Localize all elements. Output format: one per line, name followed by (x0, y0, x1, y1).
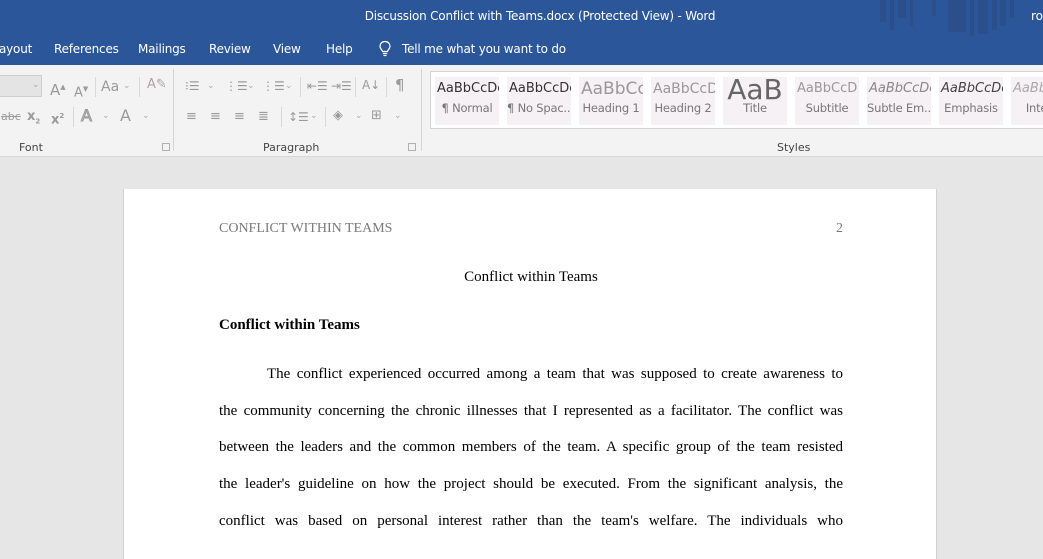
align-left-icon[interactable]: ≡ (186, 109, 197, 125)
separator (386, 77, 387, 97)
justify-icon[interactable]: ≣ (258, 109, 269, 125)
font-size-dropdown[interactable]: ⌄ (0, 75, 42, 97)
text-effects-icon[interactable]: A (81, 107, 93, 124)
style-no-spacing[interactable]: AaBbCcDc ¶ No Spac... (507, 77, 571, 125)
styles-group-label: Styles (777, 141, 811, 154)
separator (95, 77, 96, 97)
strikethrough-icon[interactable]: abc (1, 109, 21, 125)
chevron-down-icon: ⌄ (142, 111, 150, 121)
font-dialog-launcher-icon[interactable] (162, 143, 170, 151)
account-name[interactable]: ro (1031, 9, 1043, 23)
body-line: conflict was based on personal interest … (219, 513, 843, 529)
chevron-down-icon: ⌄ (32, 80, 40, 90)
styles-gallery: AaBbCcDc ¶ Normal AaBbCcDc ¶ No Spac... … (430, 71, 1043, 129)
borders-icon[interactable]: ⊞ (371, 108, 382, 124)
sort-icon[interactable]: A↓ (362, 77, 380, 93)
ribbon: ⌄ A▲ A▼ Aa ⌄ A✎ abc x2 x2 A ⌄ A ⌄ Font ⁝… (0, 65, 1043, 157)
separator (139, 77, 140, 97)
chevron-down-icon: ⌄ (207, 81, 215, 91)
chevron-down-icon: ⌄ (123, 81, 131, 91)
group-separator (173, 69, 174, 151)
bullets-icon[interactable]: ⁝☰ (185, 78, 200, 94)
center-icon[interactable]: ≡ (210, 109, 221, 125)
grow-font-icon[interactable]: A▲ (50, 79, 66, 98)
window-title: Discussion Conflict with Teams.docx (Pro… (364, 9, 716, 23)
font-color-icon[interactable]: A (120, 108, 131, 124)
chevron-down-icon: ⌄ (355, 111, 363, 121)
title-bar: Discussion Conflict with Teams.docx (Pro… (0, 0, 1043, 36)
tab-review[interactable]: Review (209, 42, 251, 56)
body-line: The conflict experienced occurred among … (267, 366, 843, 382)
style-title[interactable]: AaB Title (723, 77, 787, 125)
separator (325, 107, 326, 127)
shading-icon[interactable]: ◈ (333, 108, 343, 124)
style-emphasis[interactable]: AaBbCcDc Emphasis (939, 77, 1003, 125)
body-line: the community concerning the chronic ill… (219, 403, 843, 419)
chevron-down-icon: ⌄ (102, 111, 110, 121)
tell-me-placeholder: Tell me what you want to do (402, 42, 566, 56)
style-heading-2[interactable]: AaBbCcD Heading 2 (651, 77, 715, 125)
increase-indent-icon[interactable]: ⇥☰ (331, 78, 352, 94)
style-intense-emphasis[interactable]: AaBbCcDc Intens (1011, 77, 1043, 125)
group-separator (421, 69, 422, 151)
separator (355, 77, 356, 97)
decrease-indent-icon[interactable]: ⇤☰ (307, 78, 328, 94)
clear-formatting-icon[interactable]: A✎ (147, 77, 167, 93)
section-heading: Conflict within Teams (219, 317, 360, 333)
chevron-down-icon: ⌄ (394, 111, 402, 121)
tab-mailings[interactable]: Mailings (138, 42, 186, 56)
tab-references[interactable]: References (54, 42, 119, 56)
paragraph-group-label: Paragraph (263, 141, 320, 154)
multilevel-list-icon[interactable]: ⋮☰ (262, 78, 285, 94)
chevron-down-icon: ⌄ (310, 111, 318, 121)
font-group-label: Font (19, 141, 43, 154)
tab-help[interactable]: Help (326, 42, 353, 56)
tab-layout[interactable]: ayout (0, 42, 32, 56)
separator (73, 107, 74, 127)
running-head: CONFLICT WITHIN TEAMS (219, 221, 393, 236)
shrink-font-icon[interactable]: A▼ (74, 81, 88, 101)
style-heading-1[interactable]: AaBbCc Heading 1 (579, 77, 643, 125)
line-spacing-icon[interactable]: ↕☰ (288, 109, 309, 125)
chevron-down-icon: ⌄ (247, 81, 255, 91)
separator (281, 107, 282, 127)
document-page[interactable]: CONFLICT WITHIN TEAMS 2 Conflict within … (123, 189, 937, 559)
numbering-icon[interactable]: ⋮☰ (225, 78, 248, 94)
paragraph-dialog-launcher-icon[interactable] (408, 143, 416, 151)
style-subtle-emphasis[interactable]: AaBbCcDc Subtle Em... (867, 77, 931, 125)
style-subtitle[interactable]: AaBbCcD Subtitle (795, 77, 859, 125)
body-line: between the leaders and the common membe… (219, 439, 843, 455)
chevron-down-icon: ⌄ (285, 81, 293, 91)
tab-view[interactable]: View (273, 42, 301, 56)
superscript-icon[interactable]: x2 (51, 108, 64, 128)
show-formatting-marks-icon[interactable]: ¶ (395, 77, 405, 93)
ribbon-tab-bar: ayout References Mailings Review View He… (0, 36, 1043, 65)
style-normal[interactable]: AaBbCcDc ¶ Normal (435, 77, 499, 125)
separator (300, 77, 301, 97)
body-line: the leader's guideline on how the projec… (219, 476, 843, 492)
change-case-icon[interactable]: Aa (101, 79, 119, 95)
align-right-icon[interactable]: ≡ (234, 109, 245, 125)
lightbulb-icon (379, 40, 391, 57)
document-title: Conflict within Teams (464, 269, 598, 285)
subscript-icon[interactable]: x2 (27, 109, 40, 130)
tell-me-search[interactable]: Tell me what you want to do (378, 40, 566, 58)
page-number: 2 (836, 221, 843, 236)
